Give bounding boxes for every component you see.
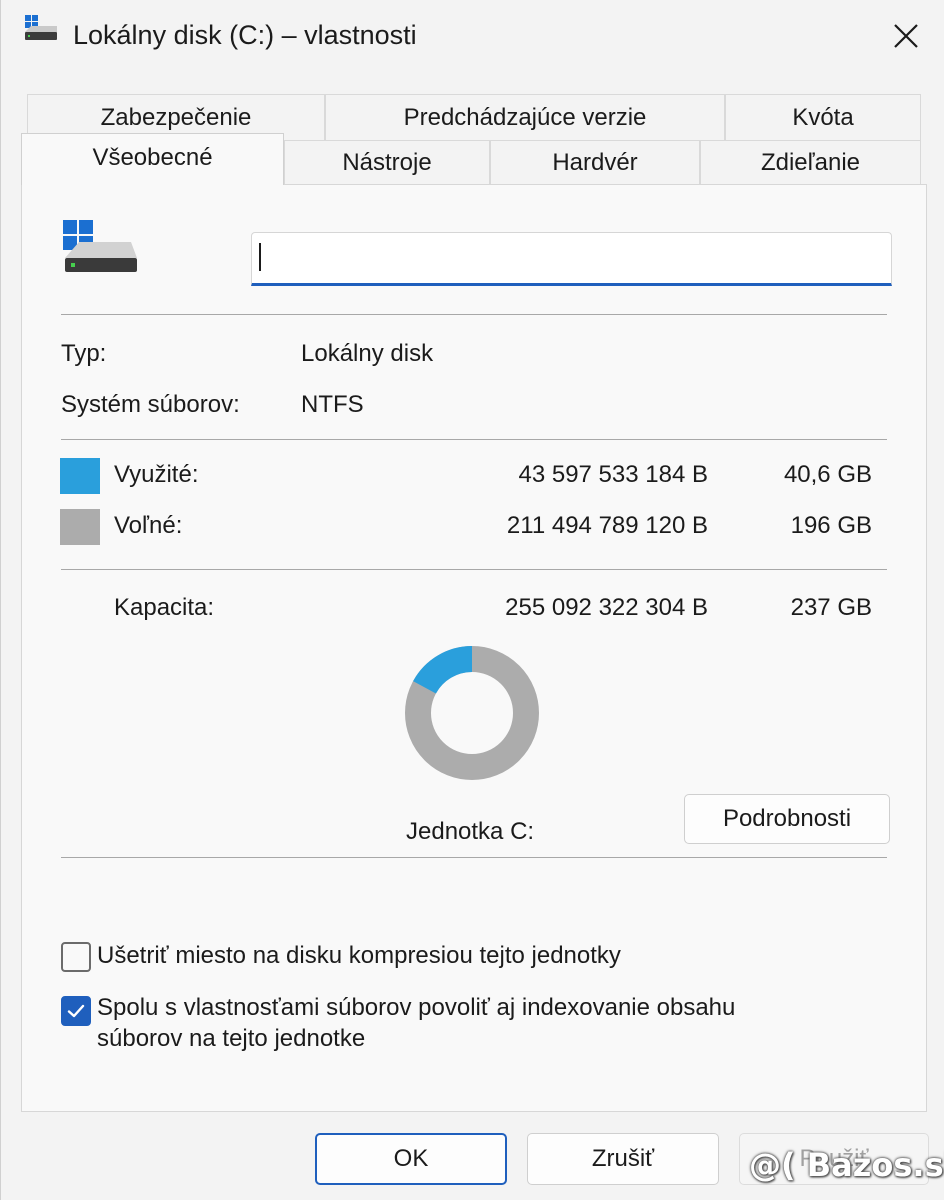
tab-previous-versions[interactable]: Predchádzajúce verzie <box>325 94 725 140</box>
capacity-bytes: 255 092 322 304 B <box>505 594 708 621</box>
donut-used-arc <box>413 646 473 695</box>
tab-general[interactable]: Všeobecné <box>21 133 284 185</box>
tab-sharing[interactable]: Zdieľanie <box>700 140 921 185</box>
type-value: Lokálny disk <box>301 340 434 367</box>
tab-tools[interactable]: Nástroje <box>284 140 490 185</box>
window-title: Lokálny disk (C:) – vlastnosti <box>73 20 417 50</box>
type-label: Typ: <box>61 340 107 367</box>
properties-window: Lokálny disk (C:) – vlastnosti Zabezpeče… <box>0 0 944 1200</box>
tab-quota[interactable]: Kvóta <box>725 94 921 140</box>
capacity-size: 237 GB <box>790 594 872 621</box>
free-space-swatch <box>60 509 100 545</box>
drive-name-input[interactable] <box>251 232 892 286</box>
separator <box>61 439 887 440</box>
used-label: Využité: <box>114 461 199 488</box>
capacity-label: Kapacita: <box>114 594 215 621</box>
details-button[interactable]: Podrobnosti <box>684 794 890 844</box>
used-size: 40,6 GB <box>783 461 872 488</box>
used-bytes: 43 597 533 184 B <box>518 461 708 488</box>
cancel-button[interactable]: Zrušiť <box>527 1133 719 1185</box>
usage-donut-chart <box>405 646 539 780</box>
ok-button[interactable]: OK <box>315 1133 507 1185</box>
used-space-swatch <box>60 458 100 494</box>
drive-icon <box>25 15 57 40</box>
text-caret <box>259 243 261 271</box>
separator <box>61 569 887 570</box>
index-checkbox[interactable] <box>61 996 91 1026</box>
drive-icon <box>63 220 137 272</box>
drive-label: Jednotka C: <box>406 818 535 845</box>
index-label-line2: súborov na tejto jednotke <box>97 1025 366 1052</box>
free-size: 196 GB <box>790 512 872 539</box>
filesystem-value: NTFS <box>301 391 364 418</box>
watermark: @( Bazos.sk <box>749 1146 944 1184</box>
checkmark-icon <box>67 1004 85 1018</box>
separator <box>61 857 887 858</box>
close-button[interactable] <box>879 10 933 62</box>
tab-hardware[interactable]: Hardvér <box>490 140 700 185</box>
index-label-line1: Spolu s vlastnosťami súborov povoliť aj … <box>97 994 736 1021</box>
title-bar: Lokálny disk (C:) – vlastnosti <box>1 0 944 78</box>
free-bytes: 211 494 789 120 B <box>506 512 708 539</box>
separator <box>61 314 887 315</box>
compress-label: Ušetriť miesto na disku kompresiou tejto… <box>97 942 621 969</box>
filesystem-label: Systém súborov: <box>61 391 240 418</box>
close-icon <box>894 24 918 48</box>
free-label: Voľné: <box>114 512 183 539</box>
compress-checkbox[interactable] <box>61 942 91 972</box>
